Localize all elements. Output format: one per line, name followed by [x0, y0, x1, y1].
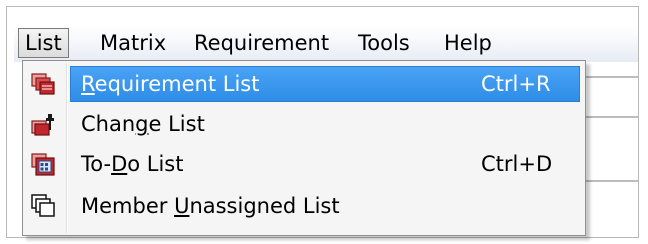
shortcut-label: Ctrl+D — [481, 152, 553, 176]
shortcut-label: Ctrl+R — [481, 72, 551, 96]
menu-item-label: Requirement List — [81, 72, 260, 96]
menu-matrix[interactable]: Matrix — [94, 28, 172, 58]
menu-requirement[interactable]: Requirement — [188, 28, 335, 58]
menu-item-requirement-list[interactable]: Requirement List Ctrl+R — [25, 65, 583, 103]
todo-list-icon — [31, 153, 55, 176]
change-list-icon — [31, 114, 54, 136]
menu-item-todo-list[interactable]: To-Do List Ctrl+D — [25, 145, 583, 183]
list-dropdown-menu: Requirement List Ctrl+R Change List To-D… — [22, 60, 586, 236]
menu-item-member-unassigned-list[interactable]: Member Unassigned List — [25, 187, 583, 225]
menu-help[interactable]: Help — [438, 28, 498, 58]
menu-tools[interactable]: Tools — [352, 28, 416, 58]
menu-item-label: To-Do List — [81, 152, 184, 176]
menu-list[interactable]: List — [18, 28, 69, 58]
menu-bar: List Matrix Requirement Tools Help — [14, 26, 638, 62]
member-unassigned-list-icon — [31, 194, 55, 217]
requirement-list-icon — [31, 73, 55, 95]
menu-item-change-list[interactable]: Change List — [25, 105, 583, 143]
menu-item-label: Change List — [81, 112, 205, 136]
menu-item-label: Member Unassigned List — [81, 194, 340, 218]
